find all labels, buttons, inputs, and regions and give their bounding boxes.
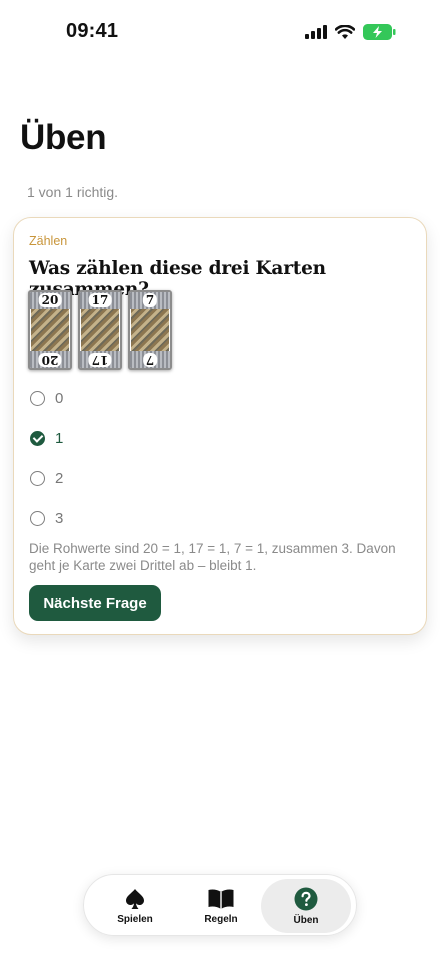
playing-card: 17 17 [78,290,122,370]
tab-label: Üben [293,914,319,926]
playing-card: 7 7 [128,290,172,370]
tab-label: Regeln [204,913,238,925]
score-text: 1 von 1 richtig. [27,184,119,200]
radio-button[interactable] [30,390,45,406]
tab-bar: Spielen Regeln Üben [83,874,357,936]
card-value-top: 17 [88,293,112,307]
tab-label: Spielen [117,913,153,925]
cellular-signal-icon [305,25,327,39]
card-value-bottom: 20 [38,353,62,367]
answer-option[interactable]: 3 [30,498,63,538]
answer-option-label: 3 [55,509,64,527]
answer-options: 0 1 2 3 [30,378,63,538]
answer-explanation: Die Rohwerte sind 20 = 1, 17 = 1, 7 = 1,… [29,541,396,573]
radio-button[interactable] [30,470,45,486]
tab-ueben[interactable]: Üben [261,879,351,933]
wifi-icon [335,24,355,39]
book-icon [208,889,234,909]
playing-card: 20 20 [28,290,72,370]
tab-spielen[interactable]: Spielen [90,879,180,933]
playing-cards: 20 20 17 17 7 7 [28,290,172,370]
card-value-top: 20 [38,293,62,307]
card-value-bottom: 17 [88,353,112,367]
page-title: Üben [20,118,107,157]
answer-option-label: 0 [55,389,64,407]
next-question-button[interactable]: Nächste Frage [29,585,161,621]
status-icons [305,24,396,40]
answer-option-label: 2 [55,469,64,487]
status-time: 09:41 [66,20,119,42]
question-category: Zählen [29,234,68,248]
card-value-bottom: 7 [142,353,158,367]
status-bar: 09:41 [0,0,440,62]
spade-icon [126,888,144,909]
answer-option[interactable]: 2 [30,458,63,498]
radio-button[interactable] [30,510,45,526]
answer-option[interactable]: 0 [30,378,63,418]
answer-option[interactable]: 1 [30,418,63,458]
tab-regeln[interactable]: Regeln [176,879,266,933]
card-value-top: 7 [142,293,158,307]
checkmark-circle-icon[interactable] [30,430,45,446]
question-card: Zählen Was zählen diese drei Karten zusa… [13,217,427,635]
answer-option-label: 1 [55,429,64,447]
question-circle-icon [294,887,318,910]
battery-charging-icon [363,24,396,40]
